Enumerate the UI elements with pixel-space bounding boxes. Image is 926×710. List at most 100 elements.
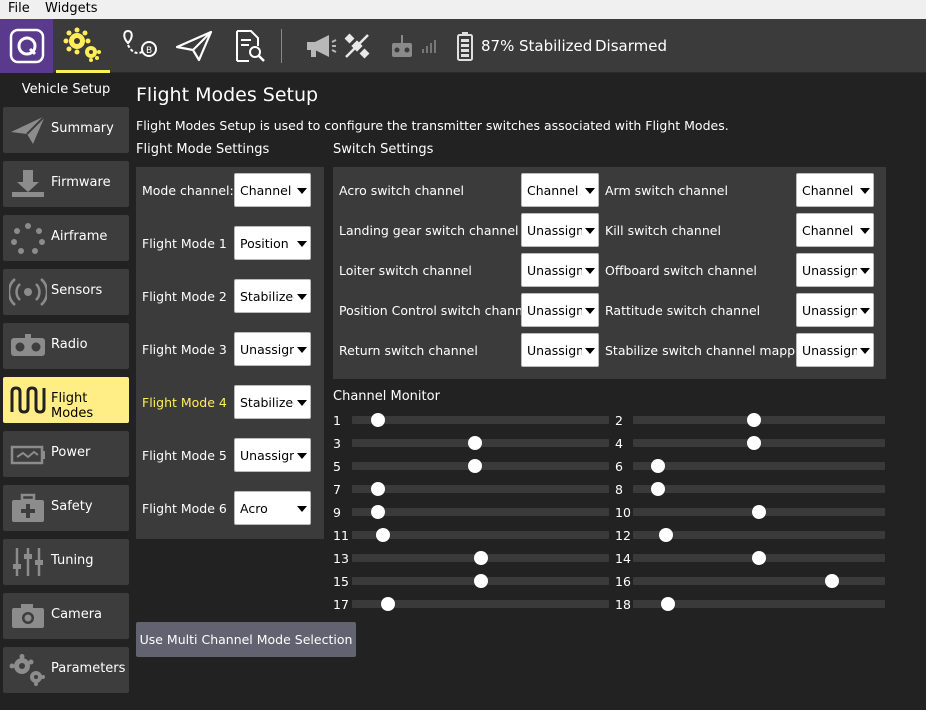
channel-number: 5	[333, 459, 341, 474]
channel-number: 9	[333, 505, 341, 520]
channel-number: 16	[615, 574, 631, 589]
arm-state-indicator[interactable]: Disarmed	[595, 37, 667, 55]
channel-value-indicator	[375, 528, 390, 542]
dropdown-arrow-icon	[860, 268, 870, 274]
dropdown-arrow-icon	[860, 228, 870, 234]
flight-mode-indicator[interactable]: Stabilized	[519, 37, 592, 55]
channel-track	[352, 416, 609, 424]
flight-mode-5-select[interactable]: Unassigned	[234, 438, 311, 472]
arm-switch-select[interactable]: Channel 12	[796, 173, 874, 207]
dropdown-arrow-icon	[297, 453, 307, 459]
rattitude-switch-label: Rattitude switch channel	[605, 303, 761, 318]
safety-kit-icon	[12, 493, 44, 522]
sidebar-item-sensors[interactable]: Sensors	[3, 269, 129, 315]
channel-value-indicator	[370, 505, 385, 519]
channel-value-indicator	[468, 436, 483, 450]
rc-rssi-indicator[interactable]	[386, 19, 418, 73]
sidebar-item-label: Firmware	[51, 175, 111, 190]
paper-plane-icon	[175, 30, 213, 62]
flight-mode-4-label: Flight Mode 4	[142, 395, 227, 410]
multi-channel-mode-button[interactable]: Use Multi Channel Mode Selection	[136, 622, 356, 657]
sidebar-item-airframe[interactable]: Airframe	[3, 215, 129, 261]
loiter-switch-label: Loiter switch channel	[339, 263, 472, 278]
offboard-switch-label: Offboard switch channel	[605, 263, 757, 278]
sidebar-item-power[interactable]: Power	[3, 431, 129, 477]
channel-number: 17	[333, 597, 349, 612]
toolbar-separator	[281, 29, 282, 63]
landing-gear-switch-select[interactable]: Unassigned	[521, 213, 599, 247]
dropdown-arrow-icon	[585, 268, 595, 274]
menu-bar: File Widgets	[0, 0, 926, 19]
channel-track	[352, 531, 609, 539]
page-title: Flight Modes Setup	[136, 84, 319, 106]
battery-indicator[interactable]	[452, 19, 478, 73]
offboard-switch-select[interactable]: Unassigned	[796, 253, 874, 287]
return-switch-select[interactable]: Unassigned	[521, 333, 599, 367]
dropdown-arrow-icon	[297, 347, 307, 353]
kill-switch-select[interactable]: Channel 8	[796, 213, 874, 247]
rattitude-switch-select[interactable]: Unassigned	[796, 293, 874, 327]
messages-indicator[interactable]	[300, 19, 340, 73]
menu-file[interactable]: File	[8, 1, 30, 16]
dropdown-arrow-icon	[585, 228, 595, 234]
stabilize-switch-select[interactable]: Unassigned	[796, 333, 874, 367]
gears-icon	[63, 27, 101, 62]
dropdown-arrow-icon	[860, 348, 870, 354]
sidebar-item-label: Power	[51, 445, 91, 460]
power-icon	[10, 445, 45, 465]
channel-value-indicator	[473, 551, 488, 565]
sidebar-item-parameters[interactable]: Parameters	[3, 647, 129, 693]
gps-indicator[interactable]	[340, 19, 374, 73]
mode-channel-select[interactable]: Channel 5	[234, 173, 311, 207]
loiter-switch-select[interactable]: Unassigned	[521, 253, 599, 287]
sidebar-item-summary[interactable]: Summary	[3, 107, 129, 153]
flight-mode-4-select[interactable]: Stabilized	[234, 385, 311, 419]
fly-view-button[interactable]	[167, 19, 221, 73]
channel-track	[633, 462, 885, 470]
analyze-button[interactable]	[222, 19, 276, 73]
vehicle-setup-button[interactable]	[56, 19, 110, 73]
menu-widgets[interactable]: Widgets	[45, 1, 98, 16]
airframe-icon	[11, 223, 45, 254]
sidebar-item-firmware[interactable]: Firmware	[3, 161, 129, 207]
flight-mode-settings-panel: Mode channel: Channel 5 Flight Mode 1 Po…	[136, 167, 324, 539]
channel-number: 8	[615, 482, 623, 497]
dropdown-arrow-icon	[860, 188, 870, 194]
channel-number: 13	[333, 551, 349, 566]
channel-number: 4	[615, 436, 623, 451]
gears-icon	[9, 654, 45, 686]
position-control-switch-select[interactable]: Unassigned	[521, 293, 599, 327]
acro-switch-select[interactable]: Channel 5	[521, 173, 599, 207]
flight-mode-3-label: Flight Mode 3	[142, 342, 227, 357]
flight-mode-2-label: Flight Mode 2	[142, 289, 227, 304]
channel-number: 10	[615, 505, 631, 520]
channel-monitor-title: Channel Monitor	[333, 389, 440, 404]
channel-value-indicator	[370, 482, 385, 496]
sidebar-item-safety[interactable]: Safety	[3, 485, 129, 531]
plan-view-button[interactable]: B	[112, 19, 166, 73]
channel-number: 18	[615, 597, 631, 612]
app-logo-button[interactable]	[0, 19, 53, 73]
sidebar-item-camera[interactable]: Camera	[3, 593, 129, 639]
channel-value-indicator	[658, 528, 673, 542]
sidebar-item-flight-modes[interactable]: Flight Modes	[3, 377, 129, 423]
flight-mode-1-select[interactable]: Position	[234, 226, 311, 260]
flight-mode-2-select[interactable]: Stabilized	[234, 279, 311, 313]
sidebar-item-radio[interactable]: Radio	[3, 323, 129, 369]
channel-value-indicator	[651, 482, 666, 496]
flight-mode-settings-heading: Flight Mode Settings	[136, 142, 270, 157]
flight-mode-6-select[interactable]: Acro	[234, 491, 311, 525]
acro-switch-label: Acro switch channel	[339, 183, 465, 198]
channel-number: 7	[333, 482, 341, 497]
flight-mode-3-select[interactable]: Unassigned	[234, 332, 311, 366]
kill-switch-label: Kill switch channel	[605, 223, 721, 238]
satellite-off-icon	[344, 33, 370, 59]
sidebar-item-tuning[interactable]: Tuning	[3, 539, 129, 585]
radio-icon	[11, 334, 45, 356]
dropdown-arrow-icon	[297, 241, 307, 247]
channel-number: 14	[615, 551, 631, 566]
flight-modes-icon	[10, 386, 46, 414]
flight-mode-5-label: Flight Mode 5	[142, 448, 227, 463]
dropdown-arrow-icon	[585, 188, 595, 194]
sidebar-item-label: Airframe	[51, 229, 108, 244]
